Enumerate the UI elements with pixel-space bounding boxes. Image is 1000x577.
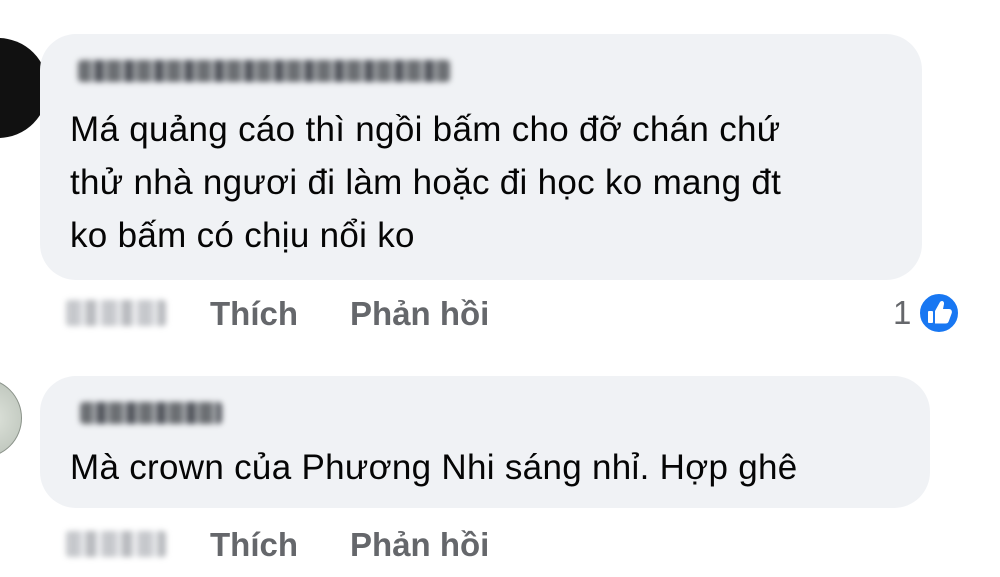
comment-text: Mà crown của Phương Nhi sáng nhỉ. Hợp gh… (70, 441, 798, 494)
commenter-avatar[interactable] (0, 378, 22, 458)
reaction-summary[interactable]: 1 (893, 290, 961, 336)
like-button[interactable]: Thích (210, 525, 298, 565)
thumbs-up-icon (918, 292, 961, 334)
like-button[interactable]: Thích (210, 294, 298, 334)
comment-timestamp-blurred[interactable] (66, 300, 166, 326)
comment-text-line: Mà crown của Phương Nhi sáng nhỉ. Hợp gh… (70, 448, 798, 487)
comment-text: Má quảng cáo thì ngồi bấm cho đỡ chán ch… (70, 103, 781, 262)
comment-text-line: Má quảng cáo thì ngồi bấm cho đỡ chán ch… (70, 110, 781, 149)
comment-thread: Má quảng cáo thì ngồi bấm cho đỡ chán ch… (0, 0, 1000, 577)
comment-timestamp-blurred[interactable] (66, 531, 166, 557)
reply-button[interactable]: Phản hồi (350, 525, 489, 565)
commenter-name-blurred[interactable] (78, 60, 450, 82)
commenter-name-blurred[interactable] (80, 402, 222, 424)
reply-button[interactable]: Phản hồi (350, 294, 489, 334)
comment-text-line: ko bấm có chịu nổi ko (70, 216, 415, 255)
reaction-count: 1 (893, 294, 912, 331)
comment-text-line: thử nhà ngươi đi làm hoặc đi học ko mang… (70, 163, 782, 202)
